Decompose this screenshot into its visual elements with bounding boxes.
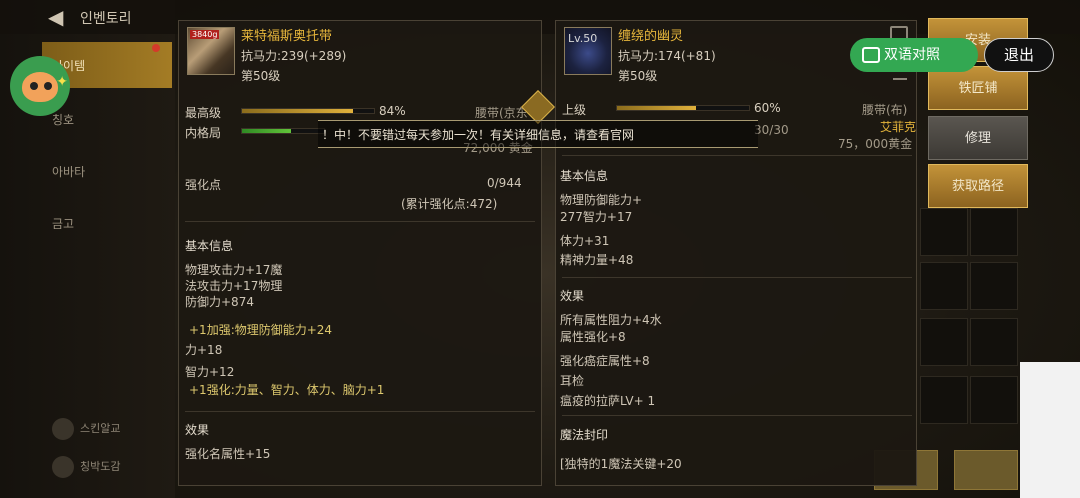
sidebar-bottom-collection[interactable]: 칭박도감 bbox=[52, 456, 120, 478]
quality-label: 内格局 bbox=[185, 126, 222, 140]
inventory-slot[interactable] bbox=[970, 208, 1018, 256]
enhance-bonus-line: +1强化:力量、智力、体力、脑力+1 bbox=[189, 383, 385, 397]
enhance-total: (累计强化点:472) bbox=[401, 197, 498, 211]
item-set-name: 艾菲克 bbox=[880, 120, 917, 134]
magic-seal-title: 魔法封印 bbox=[560, 428, 609, 442]
grade-label: 最高级 bbox=[185, 106, 222, 120]
bilingual-toggle-button[interactable]: 双语对照 bbox=[850, 38, 978, 72]
item-level: 第50级 bbox=[618, 69, 658, 83]
item-thumbnail-level: Lv.50 bbox=[568, 32, 598, 45]
grade-bar-fill bbox=[242, 109, 353, 113]
skin-icon bbox=[52, 418, 74, 440]
grade-percent: 60% bbox=[754, 101, 781, 115]
inventory-slot[interactable] bbox=[920, 318, 968, 366]
grade-label: 上级 bbox=[562, 103, 587, 117]
enhance-label: 强化点 bbox=[185, 178, 222, 192]
item-thumbnail: 3840g bbox=[187, 27, 235, 75]
divider bbox=[185, 411, 535, 412]
item-level: 第50级 bbox=[241, 69, 281, 83]
sidebar-bottom-skin[interactable]: 스킨알교 bbox=[52, 418, 120, 440]
effect-title: 效果 bbox=[185, 423, 210, 437]
item-price: 75，000黄金 bbox=[838, 137, 913, 151]
item-resist: 抗马力:239(+289) bbox=[241, 49, 347, 63]
effect-title: 效果 bbox=[560, 289, 585, 303]
grade-bar bbox=[241, 108, 375, 114]
notice-banner: ！中！不要错过每天参加一次！有关详细信息，请查看官网 bbox=[318, 120, 758, 148]
divider bbox=[562, 415, 912, 416]
sparkle-icon: ✦ bbox=[56, 74, 68, 90]
translate-icon bbox=[862, 47, 880, 63]
notification-dot bbox=[152, 44, 160, 52]
grade-bar-fill bbox=[617, 106, 697, 110]
item-name: 缠绕的幽灵 bbox=[618, 29, 684, 44]
sidebar-item-vault[interactable]: 금고 bbox=[42, 200, 172, 246]
divider bbox=[185, 221, 535, 222]
grade-percent: 84% bbox=[379, 104, 406, 118]
divider bbox=[562, 277, 912, 278]
inventory-slot[interactable] bbox=[970, 318, 1018, 366]
exit-button[interactable]: 退出 bbox=[984, 38, 1054, 72]
grade-bar bbox=[616, 105, 750, 111]
inventory-slot[interactable] bbox=[920, 376, 968, 424]
enhance-bonus-line: +1加强:物理防御能力+24 bbox=[189, 323, 333, 337]
basic-info-line: 物理防御能力+ bbox=[560, 193, 643, 207]
back-arrow-icon[interactable]: ◀ bbox=[48, 6, 70, 28]
basic-info-line: 体力+31 bbox=[560, 234, 610, 248]
effect-line: 所有属性阻力+4水 bbox=[560, 313, 662, 327]
effect-line: 属性强化+8 bbox=[560, 330, 626, 344]
overlay-panel bbox=[1020, 362, 1080, 498]
mascot-avatar[interactable]: ✦ bbox=[10, 56, 70, 116]
magic-seal-line: [独特的1魔法关键+20 bbox=[560, 457, 682, 471]
obtain-path-button[interactable]: 获取路径 bbox=[928, 164, 1028, 208]
inventory-slot[interactable] bbox=[970, 262, 1018, 310]
durability-value: 30/30 bbox=[754, 123, 789, 137]
inventory-slot[interactable] bbox=[920, 262, 968, 310]
item-resist: 抗马力:174(+81) bbox=[618, 49, 716, 63]
repair-button[interactable]: 修理 bbox=[928, 116, 1028, 160]
quality-bar-fill bbox=[242, 129, 292, 133]
item-thumbnail: Lv.50 bbox=[564, 27, 612, 75]
mascot-eye bbox=[30, 82, 38, 90]
basic-info-line: 防御力+874 bbox=[185, 295, 254, 309]
bottom-action-button[interactable] bbox=[954, 450, 1018, 490]
item-tag: 3840g bbox=[190, 30, 220, 39]
effect-line: 强化名属性+15 bbox=[185, 447, 271, 461]
item-tooltip-equipped: 3840g 莱特福斯奥托带 抗马力:239(+289) 第50级 最高级 84%… bbox=[178, 20, 542, 486]
item-name: 莱特福斯奥托带 bbox=[241, 29, 333, 44]
effect-line: 耳检 bbox=[560, 374, 585, 388]
item-slot-type: 腰带(布) bbox=[862, 103, 908, 117]
sidebar-item-avatar[interactable]: 아바타 bbox=[42, 148, 172, 194]
basic-info-title: 基本信息 bbox=[560, 169, 609, 183]
inventory-slot[interactable] bbox=[920, 208, 968, 256]
divider bbox=[562, 155, 912, 156]
enhance-value: 0/944 bbox=[487, 176, 522, 190]
stat-line: 智力+12 bbox=[185, 365, 235, 379]
inventory-slot[interactable] bbox=[970, 376, 1018, 424]
basic-info-line: 精神力量+48 bbox=[560, 253, 634, 267]
collection-icon bbox=[52, 456, 74, 478]
mascot-eye bbox=[44, 82, 52, 90]
item-tooltip-compare: Lv.50 缠绕的幽灵 抗马力:174(+81) 第50级 上级 60% 腰带(… bbox=[555, 20, 917, 486]
basic-info-line: 法攻击力+17物理 bbox=[185, 279, 283, 293]
basic-info-line: 物理攻击力+17魔 bbox=[185, 263, 283, 277]
effect-line: 瘟疫的拉萨LV+ 1 bbox=[560, 394, 656, 408]
basic-info-title: 基本信息 bbox=[185, 239, 234, 253]
effect-line: 强化癌症属性+8 bbox=[560, 354, 650, 368]
quality-bar bbox=[241, 128, 325, 134]
basic-info-line: 277智力+17 bbox=[560, 210, 633, 224]
page-title: 인벤토리 bbox=[80, 11, 132, 27]
stat-line: 力+18 bbox=[185, 343, 223, 357]
blacksmith-button[interactable]: 铁匠铺 bbox=[928, 66, 1028, 110]
mascot-face bbox=[22, 72, 58, 102]
